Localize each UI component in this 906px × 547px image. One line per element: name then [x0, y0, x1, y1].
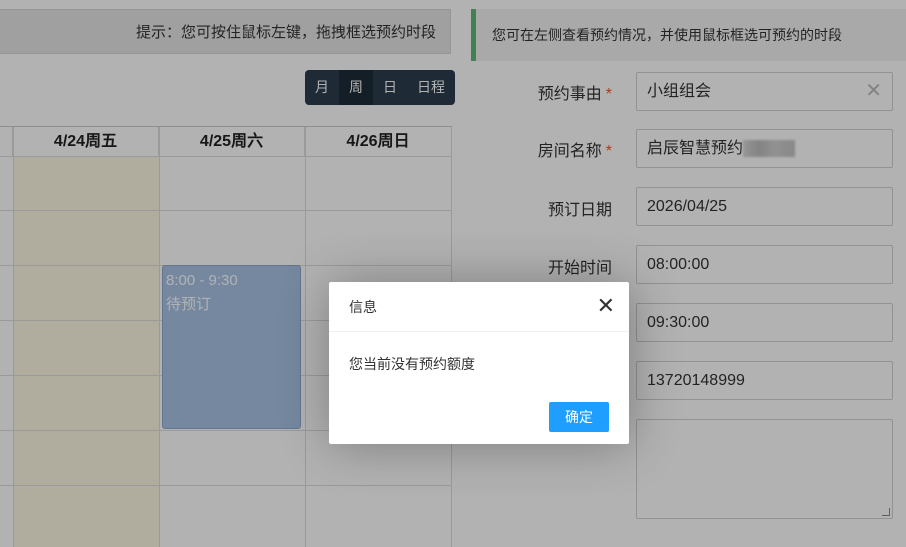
confirm-button[interactable]: 确定: [549, 402, 609, 432]
message-dialog: 信息 ✕ 您当前没有预约额度 确定: [329, 282, 629, 444]
dialog-title: 信息: [349, 299, 377, 315]
close-icon[interactable]: ✕: [597, 282, 615, 330]
dialog-header: 信息 ✕: [329, 282, 629, 332]
dialog-message: 您当前没有预约额度: [349, 356, 475, 372]
modal-overlay: [0, 0, 906, 547]
